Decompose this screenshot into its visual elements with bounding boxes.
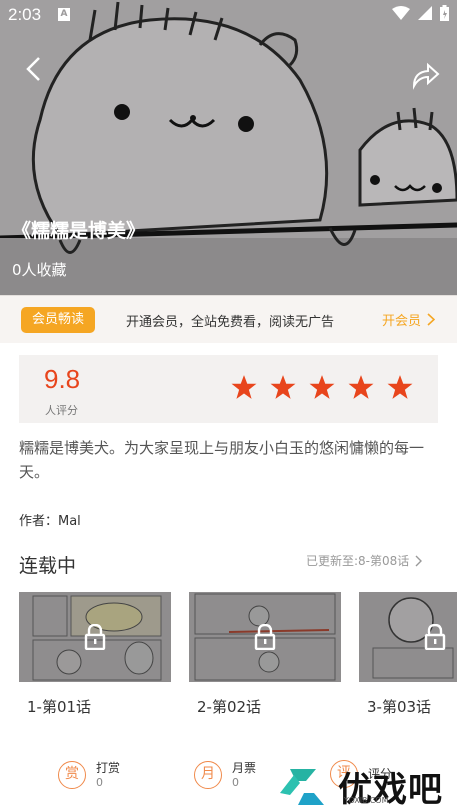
- serial-status-title: 连载中: [19, 555, 77, 577]
- star-icon[interactable]: [270, 374, 296, 400]
- star-icon[interactable]: [387, 374, 413, 400]
- reward-count: 0: [96, 776, 103, 789]
- chapter-thumbnail: [189, 592, 341, 682]
- chevron-left-icon: [26, 57, 40, 81]
- vip-badge: 会员畅读: [21, 307, 95, 333]
- collect-count: 0人收藏: [12, 261, 67, 279]
- star-icon[interactable]: [348, 374, 374, 400]
- chapter-label: 1-第01话: [27, 698, 92, 716]
- battery-icon: [440, 5, 449, 21]
- chevron-right-icon: [415, 555, 423, 566]
- update-info-text: 已更新至:8-第08话: [306, 554, 410, 568]
- watermark-logo-icon: [280, 768, 324, 805]
- chapter-label: 2-第02话: [197, 698, 262, 716]
- update-info-link[interactable]: 已更新至:8-第08话: [306, 552, 423, 569]
- status-bar: 2:03 A: [0, 0, 457, 30]
- wifi-icon: [392, 6, 410, 20]
- monthly-ticket-count: 0: [232, 776, 239, 789]
- back-button[interactable]: [20, 52, 50, 86]
- notification-a-icon: A: [58, 8, 70, 21]
- vip-promo-bar[interactable]: 会员畅读 开通会员，全站免费看，阅读无广告 开会员: [0, 295, 457, 343]
- signal-icon: [418, 6, 432, 20]
- rating-card: 9.8 人评分: [19, 355, 438, 423]
- chapter-card[interactable]: 1-第01话: [19, 592, 171, 717]
- rating-stars[interactable]: [231, 374, 413, 400]
- cover-illustration: [0, 0, 457, 295]
- chevron-right-icon: [427, 313, 436, 326]
- monthly-ticket-icon: 月: [194, 760, 222, 789]
- lock-icon: [254, 624, 276, 650]
- comic-cover-header: 2:03 A 《糯糯是博美》 0人收藏: [0, 0, 457, 295]
- share-button[interactable]: [410, 60, 442, 90]
- chapter-thumbnail: [19, 592, 171, 682]
- chapter-thumbnail: [359, 592, 457, 682]
- lock-icon: [424, 624, 446, 650]
- monthly-ticket-button[interactable]: 月 月票 0: [194, 760, 256, 789]
- chapter-card[interactable]: 2-第02话: [189, 592, 341, 717]
- author-label: 作者：Mal: [19, 514, 81, 529]
- chapter-card[interactable]: 3-第03话: [359, 592, 457, 717]
- monthly-ticket-label: 月票: [232, 761, 257, 775]
- vip-promo-text: 开通会员，全站免费看，阅读无广告: [126, 315, 335, 330]
- comic-description: 糯糯是博美犬。为大家呈现上与朋友小白玉的悠闲慵懒的每一天。: [19, 439, 425, 481]
- reward-icon: 赏: [58, 760, 86, 789]
- star-icon[interactable]: [231, 374, 257, 400]
- reward-button[interactable]: 赏 打赏 0: [58, 760, 120, 789]
- comic-title: 《糯糯是博美》: [12, 220, 146, 242]
- open-vip-label: 开会员: [382, 314, 422, 329]
- reward-label: 打赏: [96, 761, 121, 775]
- chapter-label: 3-第03话: [367, 698, 432, 716]
- rating-score: 9.8: [44, 364, 81, 394]
- open-vip-link[interactable]: 开会员: [382, 310, 436, 329]
- share-icon: [412, 62, 440, 90]
- status-time: 2:03: [8, 5, 42, 24]
- rating-label: 人评分: [45, 404, 78, 417]
- watermark-subtext: YOXI8.COM: [344, 796, 389, 805]
- lock-icon: [84, 624, 106, 650]
- star-icon[interactable]: [309, 374, 335, 400]
